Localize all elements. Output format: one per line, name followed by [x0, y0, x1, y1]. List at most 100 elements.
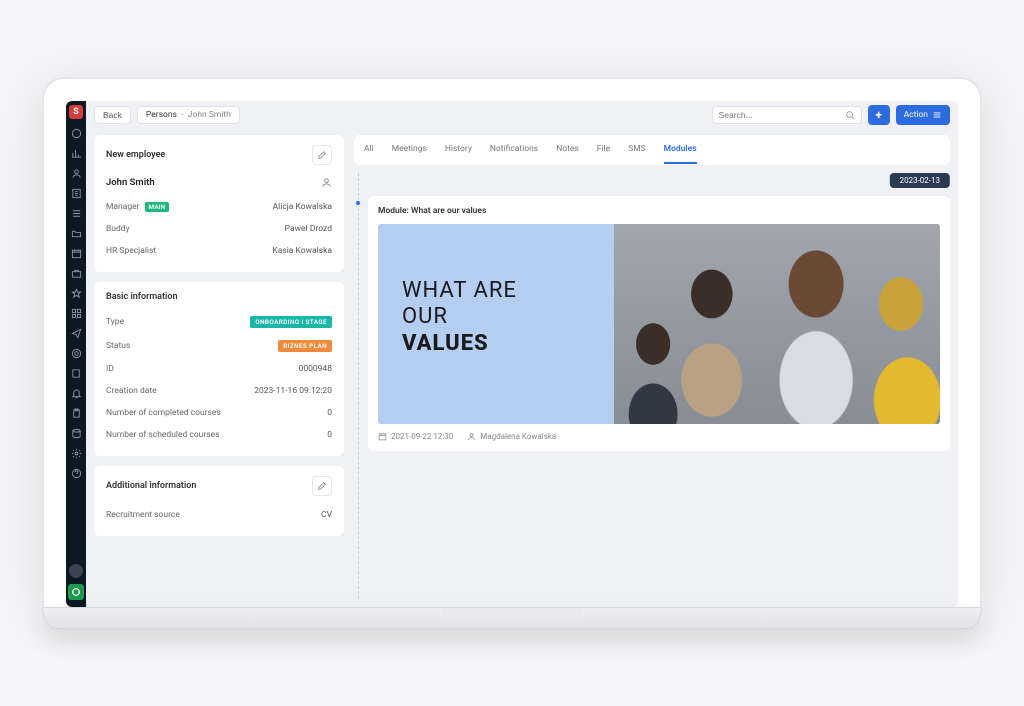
id-row: ID 0000948 [106, 358, 332, 380]
person-icon [467, 432, 476, 441]
nav-database-icon[interactable] [69, 426, 83, 440]
module-meta-date: 2021-09-22 12:30 [391, 432, 453, 441]
tab-notes[interactable]: Notes [556, 136, 579, 164]
nav-star-icon[interactable] [69, 286, 83, 300]
laptop-mockup: S [42, 77, 982, 629]
nav-help-icon[interactable] [69, 466, 83, 480]
tab-file[interactable]: File [597, 136, 610, 164]
employee-panel: New employee John Smith [94, 135, 344, 272]
action-button[interactable]: Action [896, 105, 950, 125]
tab-modules[interactable]: Modules [664, 136, 697, 164]
buddy-label: Buddy [106, 224, 130, 234]
back-button[interactable]: Back [94, 106, 131, 124]
nav-chart-icon[interactable] [69, 146, 83, 160]
timeline: 2023-02-13 Module: What are our values W… [354, 173, 950, 599]
laptop-notch [442, 608, 582, 618]
created-label: Creation date [106, 386, 157, 396]
timeline-date-pill: 2023-02-13 [890, 173, 950, 188]
laptop-base [42, 607, 982, 629]
tabs-bar: All Meetings History Notifications Notes… [354, 135, 950, 165]
topbar: Back Persons • John Smith + Action [86, 101, 958, 129]
breadcrumb-root: Persons [146, 110, 177, 120]
hero-line2: OUR [402, 304, 448, 329]
app-logo[interactable]: S [69, 105, 83, 119]
user-avatar[interactable] [69, 564, 83, 578]
hero-photo [614, 224, 940, 424]
module-hero: WHAT ARE OUR VALUES [378, 224, 940, 424]
type-row: Type ONBOARDING I STAGE [106, 310, 332, 334]
pencil-icon [317, 481, 327, 491]
laptop-screen: S [42, 77, 982, 607]
tab-notifications[interactable]: Notifications [490, 136, 538, 164]
nav-target-icon[interactable] [69, 346, 83, 360]
status-badge: BIZNES PLAN [278, 340, 332, 352]
edit-employee-button[interactable] [312, 145, 332, 165]
hero-text: WHAT ARE OUR VALUES [402, 278, 517, 357]
manager-row: Manager MAIN Alicja Kowalska [106, 196, 332, 218]
completed-value: 0 [327, 408, 332, 418]
hero-line3: VALUES [402, 331, 489, 356]
tab-meetings[interactable]: Meetings [392, 136, 427, 164]
pencil-icon [317, 150, 327, 160]
nav-clipboard-icon[interactable] [69, 406, 83, 420]
nav-users-icon[interactable] [69, 166, 83, 180]
add-button[interactable]: + [868, 105, 890, 125]
nav-gear-icon[interactable] [69, 446, 83, 460]
nav-send-icon[interactable] [69, 326, 83, 340]
action-button-label: Action [904, 110, 928, 120]
hr-row: HR Specjalist Kasia Kowalska [106, 240, 332, 262]
scheduled-label: Number of scheduled courses [106, 430, 220, 440]
buddy-value: Paweł Drozd [285, 224, 332, 234]
nav-dashboard-icon[interactable] [69, 126, 83, 140]
search-box[interactable] [712, 106, 862, 124]
employee-name: John Smith [106, 177, 155, 188]
module-meta: 2021-09-22 12:30 Magdalena Kowalska [378, 432, 940, 441]
nav-rail: S [66, 101, 86, 607]
nav-bell-icon[interactable] [69, 386, 83, 400]
content-grid: New employee John Smith [86, 129, 958, 607]
additional-info-panel: Additional information Recruitment sourc… [94, 466, 344, 536]
buddy-row: Buddy Paweł Drozd [106, 218, 332, 240]
module-meta-author: Magdalena Kowalska [480, 432, 556, 441]
main-badge: MAIN [145, 202, 170, 212]
completed-label: Number of completed courses [106, 408, 221, 418]
timeline-dot-icon [354, 199, 362, 207]
breadcrumb-current: John Smith [188, 110, 231, 120]
status-label: Status [106, 341, 130, 351]
person-icon [321, 177, 332, 188]
created-value: 2023-11-16 09:12:20 [254, 386, 332, 396]
breadcrumb[interactable]: Persons • John Smith [137, 106, 240, 124]
left-column: New employee John Smith [94, 135, 344, 599]
right-column: All Meetings History Notifications Notes… [354, 135, 950, 599]
nav-folder-icon[interactable] [69, 226, 83, 240]
menu-icon [932, 110, 942, 120]
tab-all[interactable]: All [364, 136, 374, 164]
basic-info-panel: Basic information Type ONBOARDING I STAG… [94, 282, 344, 456]
nav-list-icon[interactable] [69, 206, 83, 220]
breadcrumb-separator: • [181, 110, 184, 120]
status-row: Status BIZNES PLAN [106, 334, 332, 358]
completed-row: Number of completed courses 0 [106, 402, 332, 424]
basic-info-heading: Basic information [106, 292, 177, 302]
manager-value: Alicja Kowalska [273, 202, 332, 212]
module-title: Module: What are our values [378, 206, 940, 216]
calendar-icon [378, 432, 387, 441]
nav-grid-icon[interactable] [69, 306, 83, 320]
hr-value: Kasia Kowalska [272, 246, 332, 256]
nav-calendar-icon[interactable] [69, 246, 83, 260]
nav-status-icon[interactable] [68, 584, 84, 600]
nav-building-icon[interactable] [69, 186, 83, 200]
module-card[interactable]: Module: What are our values WHAT ARE OUR… [368, 196, 950, 451]
search-input[interactable] [719, 110, 845, 120]
scheduled-row: Number of scheduled courses 0 [106, 424, 332, 446]
main-column: Back Persons • John Smith + Action [86, 101, 958, 607]
manager-label: Manager [106, 202, 140, 212]
nav-book-icon[interactable] [69, 366, 83, 380]
tab-history[interactable]: History [445, 136, 472, 164]
id-value: 0000948 [299, 364, 332, 374]
edit-additional-button[interactable] [312, 476, 332, 496]
source-label: Recruitment source [106, 510, 180, 520]
nav-briefcase-icon[interactable] [69, 266, 83, 280]
tab-sms[interactable]: SMS [628, 136, 646, 164]
hr-label: HR Specjalist [106, 246, 156, 256]
